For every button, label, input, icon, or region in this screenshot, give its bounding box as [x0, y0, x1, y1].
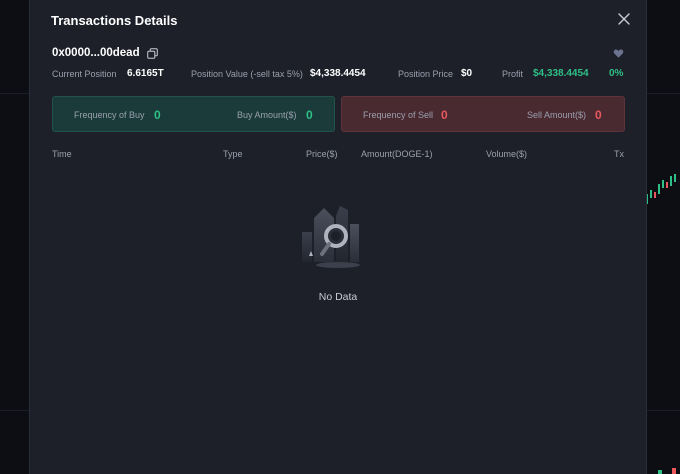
transactions-table-header: Time Type Price($) Amount(DOGE-1) Volume…	[52, 149, 626, 161]
profit-percent: 0%	[609, 68, 624, 79]
position-price-label: Position Price	[398, 69, 454, 79]
empty-state: No Data	[30, 196, 646, 316]
modal-title: Transactions Details	[51, 13, 178, 28]
position-value-label: Position Value (-sell tax 5%)	[191, 69, 303, 79]
column-header-time: Time	[52, 149, 72, 159]
current-position-label: Current Position	[52, 69, 117, 79]
current-position-value: 6.6165T	[127, 68, 164, 79]
no-data-illustration-icon	[302, 206, 360, 268]
sell-summary-panel: Frequency of Sell 0 Sell Amount($) 0	[341, 96, 625, 132]
sell-amount-value: 0	[595, 108, 602, 122]
buy-amount-value: 0	[306, 108, 313, 122]
heart-icon[interactable]	[613, 48, 624, 59]
column-header-tx: Tx	[614, 149, 624, 159]
position-stats: Current Position 6.6165T Position Value …	[52, 68, 626, 82]
column-header-volume: Volume($)	[486, 149, 528, 159]
close-icon[interactable]	[616, 11, 632, 27]
copy-icon[interactable]	[146, 47, 158, 59]
background-candles	[646, 174, 676, 204]
address-row: 0x0000...00dead	[52, 47, 158, 59]
sell-frequency-label: Frequency of Sell	[363, 110, 434, 120]
sell-amount-label: Sell Amount($)	[527, 110, 587, 120]
column-header-amount: Amount(DOGE-1)	[361, 149, 433, 159]
column-header-type: Type	[223, 149, 243, 159]
no-data-text: No Data	[318, 291, 358, 303]
column-header-price: Price($)	[306, 149, 338, 159]
position-value-value: $4,338.4454	[310, 68, 366, 79]
sell-frequency-value: 0	[441, 108, 448, 122]
transactions-details-modal: Transactions Details 0x0000...00dead Cur…	[29, 0, 647, 474]
buy-summary-panel: Frequency of Buy 0 Buy Amount($) 0	[52, 96, 335, 132]
position-price-value: $0	[461, 68, 473, 79]
profit-value: $4,338.4454	[533, 68, 589, 79]
buy-frequency-value: 0	[154, 108, 161, 122]
profit-label: Profit	[502, 69, 524, 79]
buy-amount-label: Buy Amount($)	[237, 110, 297, 120]
buy-frequency-label: Frequency of Buy	[74, 110, 145, 120]
wallet-address: 0x0000...00dead	[52, 47, 140, 59]
